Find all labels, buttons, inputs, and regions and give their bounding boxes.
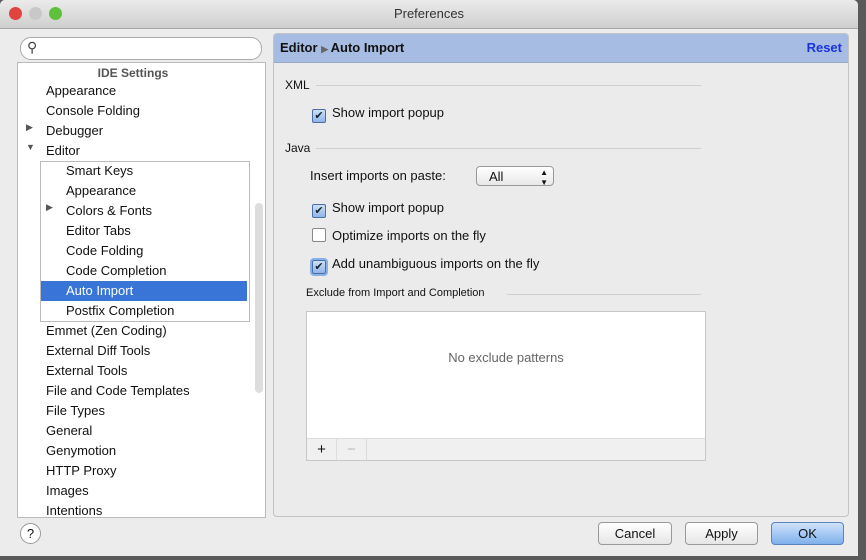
breadcrumb-arrow-icon: ▶ — [321, 44, 331, 54]
tree-item[interactable]: Editor Tabs — [66, 221, 131, 241]
tree-item[interactable]: Emmet (Zen Coding) — [46, 321, 167, 341]
tree-item[interactable]: Code Completion — [66, 261, 166, 281]
add-unambiguous-imports-checkbox[interactable]: ✔ Add unambiguous imports on the fly — [312, 255, 540, 274]
xml-section-title: XML — [285, 78, 310, 92]
tree-item[interactable]: Colors & Fonts — [66, 201, 152, 221]
checkbox-label: Show import popup — [332, 200, 445, 215]
apply-button[interactable]: Apply — [685, 522, 758, 545]
tree-item[interactable]: Intentions — [46, 501, 103, 518]
tree-scrollbar[interactable] — [255, 203, 263, 393]
tree-item[interactable]: Appearance — [66, 181, 136, 201]
tree-item[interactable]: Smart Keys — [66, 161, 133, 181]
tree-header: IDE Settings — [97, 66, 169, 80]
breadcrumb-auto-import: Auto Import — [330, 40, 405, 55]
breadcrumb-editor[interactable]: Editor — [280, 40, 318, 55]
tree-item-label: Code Folding — [66, 243, 144, 258]
checkbox-unchecked-icon — [312, 228, 326, 242]
tree-item-label: File Types — [46, 403, 106, 418]
search-icon: ⚲ — [27, 39, 38, 55]
tree-item-label: Debugger — [46, 123, 104, 138]
tree-item-label: Intentions — [46, 503, 103, 518]
add-pattern-button[interactable]: + — [307, 439, 337, 460]
tree-item[interactable]: External Tools — [46, 361, 127, 381]
title-bar: Preferences — [0, 0, 858, 29]
tree-item-label: Postfix Completion — [66, 303, 175, 318]
checkbox-checked-icon: ✔ — [312, 260, 326, 274]
tree-item-label: File and Code Templates — [46, 383, 190, 398]
tree-item-label: Emmet (Zen Coding) — [46, 323, 167, 338]
checkbox-checked-icon: ✔ — [312, 109, 326, 123]
divider — [507, 294, 701, 295]
checkbox-checked-icon: ✔ — [312, 204, 326, 218]
tree-item[interactable]: Images — [46, 481, 89, 501]
close-window-button[interactable] — [9, 7, 22, 20]
editor-children: Smart Keys Appearance Colors & Fonts ▶ Edito… — [40, 161, 250, 322]
tree-item-label: External Diff Tools — [46, 343, 151, 358]
tree-item-label: HTTP Proxy — [46, 463, 117, 478]
checkbox-label: Add unambiguous imports on the fly — [332, 256, 540, 271]
tree-item[interactable]: File Types — [46, 401, 105, 421]
updown-arrows-icon: ▲ ▼ — [540, 168, 548, 187]
window-title: Preferences — [393, 6, 465, 21]
minimize-window-button[interactable] — [29, 7, 42, 20]
empty-list-text: No exclude patterns — [448, 350, 564, 365]
tree-item-label: Images — [46, 483, 89, 498]
tree-item-label: Appearance — [66, 183, 137, 198]
list-toolbar: + − — [307, 438, 705, 460]
insert-imports-label: Insert imports on paste: — [310, 168, 446, 183]
reset-link[interactable]: Reset — [807, 34, 842, 62]
settings-search-input[interactable]: ⚲ — [20, 37, 262, 60]
collapse-arrow-icon[interactable]: ▼ — [26, 142, 35, 152]
ok-button[interactable]: OK — [771, 522, 844, 545]
tree-item-label: Console Folding — [46, 103, 140, 118]
settings-tree: IDE Settings Appearance Console Folding De… — [17, 62, 266, 518]
tree-item-label: Colors & Fonts — [66, 203, 152, 218]
tree-item-label: Smart Keys — [66, 163, 134, 178]
tree-item-label: Code Completion — [66, 263, 167, 278]
tree-item-label: Auto Import — [66, 283, 134, 298]
tree-item[interactable]: Code Folding — [66, 241, 143, 261]
cancel-button[interactable]: Cancel — [598, 522, 672, 545]
tree-item-label: Genymotion — [46, 443, 117, 458]
exclude-section-title: Exclude from Import and Completion — [306, 287, 485, 299]
tree-item-label: Editor — [46, 143, 80, 158]
java-section-title: Java — [285, 141, 311, 155]
remove-pattern-button[interactable]: − — [337, 439, 367, 460]
tree-item[interactable]: File and Code Templates — [46, 381, 190, 401]
xml-show-import-popup-checkbox[interactable]: ✔ Show import popup — [312, 104, 445, 123]
checkbox-label: Show import popup — [332, 105, 445, 120]
tree-item[interactable]: Debugger — [46, 121, 103, 141]
zoom-window-button[interactable] — [49, 7, 62, 20]
tree-item-label: Editor Tabs — [66, 223, 131, 238]
expand-arrow-icon[interactable]: ▶ — [46, 202, 53, 213]
divider — [316, 148, 701, 149]
divider — [316, 85, 701, 86]
tree-item[interactable]: Genymotion — [46, 441, 116, 461]
select-value: All — [489, 169, 504, 184]
tree-item[interactable]: Auto Import — [41, 281, 247, 301]
tree-item-label: Appearance — [46, 83, 117, 98]
tree-item[interactable]: Console Folding — [46, 101, 140, 121]
tree-item[interactable]: HTTP Proxy — [46, 461, 117, 481]
tree-item-label: General — [46, 423, 93, 438]
auto-import-panel: Editor ▶ Auto Import Reset XML ✔ Show imp… — [273, 33, 849, 517]
insert-imports-select[interactable]: All ▲ ▼ — [476, 166, 554, 187]
tree-item[interactable]: General — [46, 421, 92, 441]
tree-item[interactable]: Postfix Completion — [66, 301, 174, 321]
tree-item[interactable]: External Diff Tools — [46, 341, 150, 361]
expand-arrow-icon[interactable]: ▶ — [26, 122, 33, 133]
help-button[interactable]: ? — [20, 523, 41, 544]
panel-header: Editor ▶ Auto Import Reset — [274, 34, 848, 63]
preferences-window: Preferences ⚲ IDE Settings Appearance Con… — [0, 0, 858, 556]
java-show-import-popup-checkbox[interactable]: ✔ Show import popup — [312, 199, 445, 218]
checkbox-label: Optimize imports on the fly — [332, 228, 486, 243]
exclude-patterns-list[interactable]: No exclude patterns + − — [306, 311, 706, 461]
tree-item-label: External Tools — [46, 363, 128, 378]
tree-item[interactable]: Editor — [46, 141, 80, 161]
tree-item[interactable]: Appearance — [46, 81, 116, 101]
optimize-imports-checkbox[interactable]: Optimize imports on the fly — [312, 227, 486, 245]
